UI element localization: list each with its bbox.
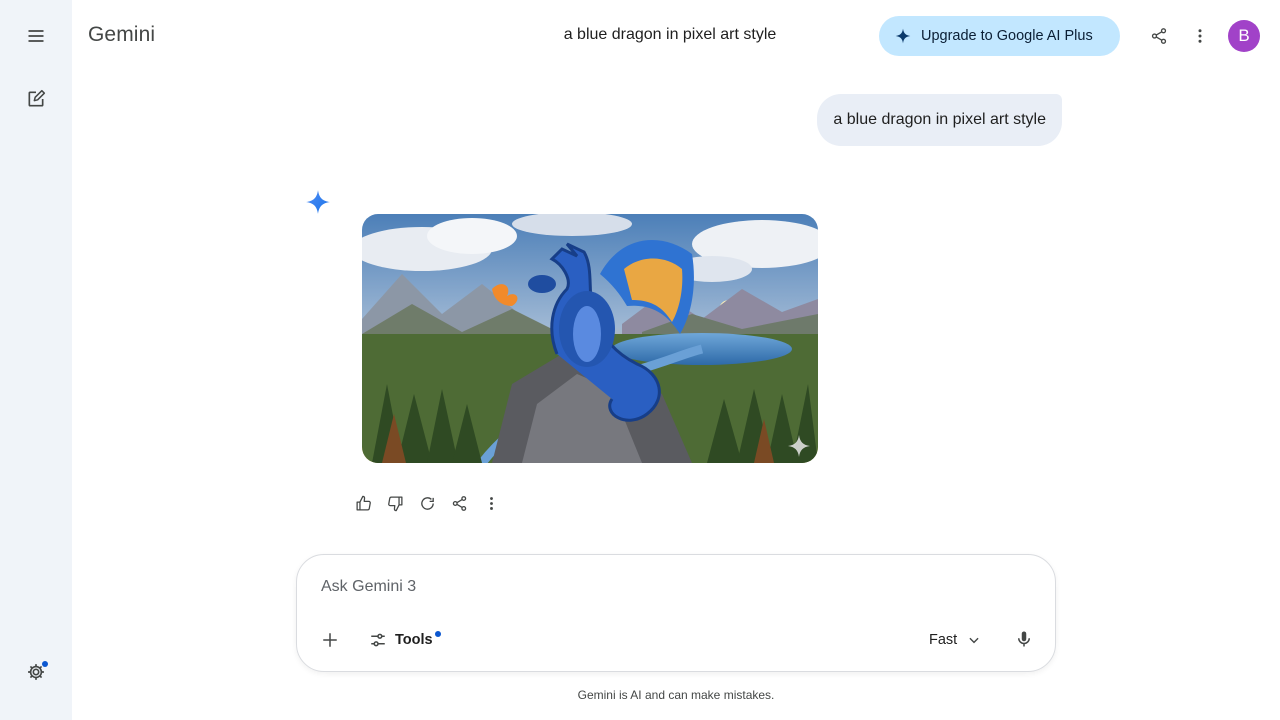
share-response-button[interactable] xyxy=(443,487,475,519)
app-title[interactable]: Gemini xyxy=(88,23,155,47)
add-attachment-button[interactable] xyxy=(310,620,350,660)
microphone-button[interactable] xyxy=(1004,619,1044,659)
upgrade-button[interactable]: Upgrade to Google AI Plus xyxy=(879,16,1120,56)
side-rail xyxy=(0,0,72,720)
menu-icon xyxy=(28,30,44,42)
more-vert-icon xyxy=(1198,29,1202,43)
share-icon xyxy=(452,495,466,511)
share-icon xyxy=(1151,28,1167,44)
prompt-composer: Ask Gemini 3 Tools Fast xyxy=(296,554,1056,672)
mode-label: Fast xyxy=(929,632,958,648)
prompt-input[interactable]: Ask Gemini 3 xyxy=(321,578,416,596)
response-actions xyxy=(347,487,507,519)
model-mode-selector[interactable]: Fast xyxy=(917,621,993,659)
chevron-down-icon xyxy=(969,637,979,644)
thumb-down-icon xyxy=(387,495,403,511)
share-conversation-button[interactable] xyxy=(1139,16,1179,56)
user-message: a blue dragon in pixel art style xyxy=(817,94,1062,146)
good-response-button[interactable] xyxy=(347,487,379,519)
thumb-up-icon xyxy=(355,495,371,511)
new-chat-icon xyxy=(28,89,46,107)
tools-label: Tools xyxy=(395,632,433,648)
main-menu-button[interactable] xyxy=(16,16,56,56)
chat-title: a blue dragon in pixel art style xyxy=(563,26,777,43)
notification-dot xyxy=(42,661,48,667)
new-chat-button[interactable] xyxy=(16,79,56,119)
tools-button[interactable]: Tools xyxy=(359,621,443,659)
response-more-button[interactable] xyxy=(475,487,507,519)
dragon-illustration xyxy=(362,214,818,463)
more-options-button[interactable] xyxy=(1180,16,1220,56)
more-vert-icon xyxy=(489,496,493,510)
generated-image[interactable] xyxy=(362,214,818,463)
mic-icon xyxy=(1018,631,1030,647)
plus-icon xyxy=(323,633,337,647)
account-avatar[interactable]: B xyxy=(1228,20,1260,52)
sparkle-icon xyxy=(895,28,911,44)
settings-button[interactable] xyxy=(16,652,56,692)
tools-icon xyxy=(371,633,385,647)
redo-icon xyxy=(420,496,434,510)
bad-response-button[interactable] xyxy=(379,487,411,519)
upgrade-label: Upgrade to Google AI Plus xyxy=(921,28,1093,44)
redo-button[interactable] xyxy=(411,487,443,519)
tools-new-dot xyxy=(434,631,441,637)
gemini-sparkle-icon xyxy=(306,190,330,214)
disclaimer-text: Gemini is AI and can make mistakes. xyxy=(577,688,775,702)
